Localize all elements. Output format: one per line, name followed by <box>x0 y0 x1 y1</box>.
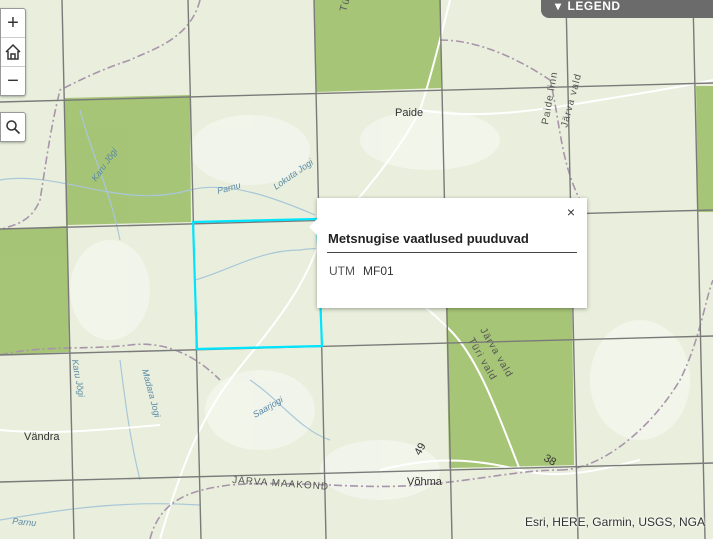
home-icon <box>5 43 21 60</box>
search-control <box>0 112 26 142</box>
legend-label: LEGEND <box>567 0 621 13</box>
green-cell-top <box>314 0 441 92</box>
river-label-parnu-2: Parnu <box>12 516 37 528</box>
close-icon[interactable]: × <box>567 204 575 220</box>
search-button[interactable] <box>1 113 25 141</box>
map-attribution: Esri, HERE, Garmin, USGS, NGA <box>524 515 705 529</box>
popup-field-value: MF01 <box>363 264 394 278</box>
popup-field-label: UTM <box>329 264 355 278</box>
minus-icon: − <box>7 70 19 92</box>
search-icon <box>6 120 21 135</box>
green-cell-right <box>696 86 713 212</box>
green-cell-left <box>0 226 69 355</box>
popup-pointer <box>309 219 317 235</box>
zoom-in-button[interactable]: + <box>1 9 25 38</box>
legend-button[interactable]: ▾ LEGEND <box>541 0 713 18</box>
feature-popup: × Metsnugise vaatlused puuduvad UTM MF01 <box>317 198 587 308</box>
zoom-controls: + − <box>0 8 26 96</box>
home-button[interactable] <box>1 38 25 67</box>
place-label-paide: Paide <box>395 107 423 119</box>
legend-toggle-icon: ▾ <box>555 0 562 13</box>
place-label-vohma: Võhma <box>407 476 443 488</box>
popup-title: Metsnugise vaatlused puuduvad <box>328 231 529 246</box>
zoom-out-button[interactable]: − <box>1 67 25 95</box>
place-label-vandra: Vändra <box>24 431 60 443</box>
green-cell-karu <box>64 95 191 225</box>
popup-divider <box>327 252 577 253</box>
plus-icon: + <box>7 12 19 34</box>
